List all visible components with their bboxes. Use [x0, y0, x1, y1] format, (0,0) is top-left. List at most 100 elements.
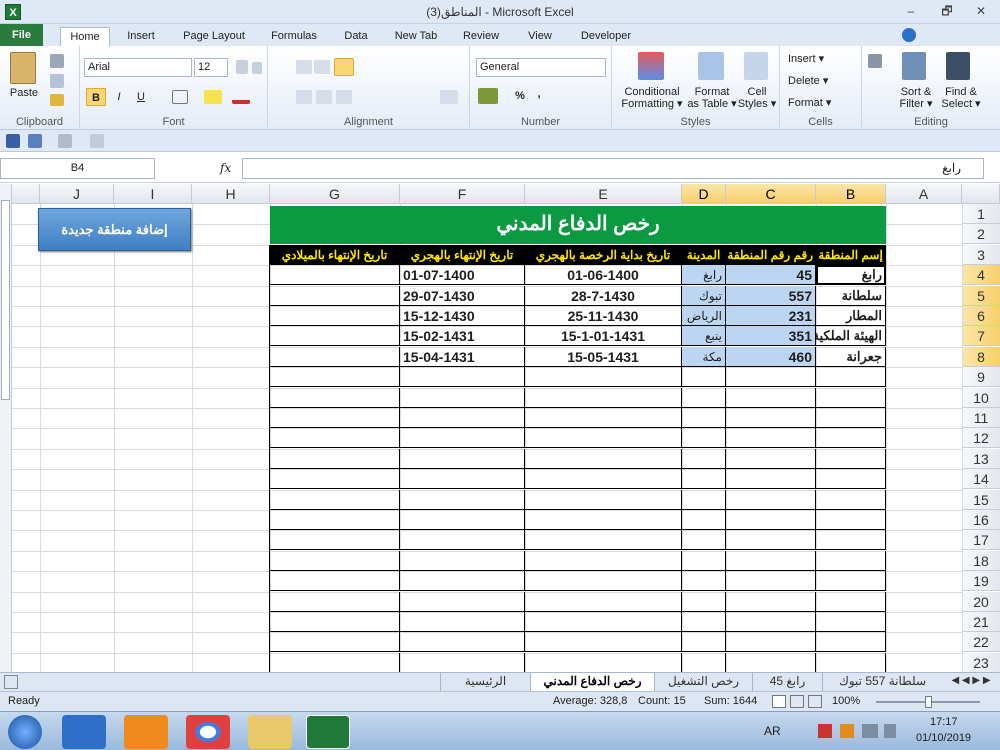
empty-table-cell[interactable]: [726, 612, 816, 632]
insert-cells-button[interactable]: Insert ▾: [788, 52, 858, 65]
row-header-14[interactable]: 14: [962, 469, 1000, 490]
page-break-icon[interactable]: [808, 695, 822, 708]
empty-table-cell[interactable]: [270, 469, 400, 490]
empty-table-cell[interactable]: [270, 632, 400, 653]
sheet-tab-main[interactable]: الرئيسية: [440, 673, 530, 691]
cell-start-date-hijri[interactable]: 25-11-1430: [525, 306, 682, 326]
empty-table-cell[interactable]: [816, 612, 886, 632]
cell-city[interactable]: الرياض: [682, 306, 726, 326]
cell-region-number[interactable]: 351: [726, 326, 816, 347]
empty-table-cell[interactable]: [400, 408, 525, 428]
delete-cells-button[interactable]: Delete ▾: [788, 74, 858, 87]
empty-table-cell[interactable]: [270, 550, 400, 571]
cell-region-name[interactable]: سلطانة: [816, 285, 886, 306]
format-as-table-icon[interactable]: [698, 52, 724, 80]
header-e[interactable]: تاريخ بداية الرخصة بالهجري: [525, 244, 682, 265]
empty-table-cell[interactable]: [400, 367, 525, 388]
paste-icon[interactable]: [10, 52, 36, 84]
empty-table-cell[interactable]: [270, 367, 400, 388]
currency-icon[interactable]: [478, 88, 498, 104]
empty-table-cell[interactable]: [525, 530, 682, 551]
cell-end-date-gregorian[interactable]: [270, 265, 400, 286]
row-header-16[interactable]: 16: [962, 510, 1000, 530]
tab-view[interactable]: View: [518, 27, 562, 46]
scrollbar-thumb[interactable]: [1, 200, 10, 400]
empty-table-cell[interactable]: [816, 530, 886, 551]
grow-font-icon[interactable]: [236, 60, 248, 74]
col-header-f[interactable]: F: [400, 184, 525, 204]
insert-function-button[interactable]: fx: [220, 158, 240, 179]
merge-center-icon[interactable]: [440, 90, 458, 104]
empty-table-cell[interactable]: [525, 367, 682, 388]
percent-button[interactable]: %: [514, 90, 526, 102]
empty-table-cell[interactable]: [525, 612, 682, 632]
empty-table-cell[interactable]: [816, 448, 886, 469]
top-align-icon[interactable]: [296, 60, 312, 74]
empty-table-cell[interactable]: [270, 489, 400, 510]
empty-table-cell[interactable]: [270, 387, 400, 408]
formula-input[interactable]: رابغ: [242, 158, 984, 179]
empty-table-cell[interactable]: [270, 571, 400, 592]
sort-filter-button[interactable]: Sort & Filter ▾: [894, 86, 938, 110]
align-center-icon[interactable]: [316, 90, 332, 104]
sheet-tab-rabigh[interactable]: رابغ 45: [752, 673, 822, 691]
copy-icon[interactable]: [50, 74, 64, 88]
empty-table-cell[interactable]: [726, 591, 816, 612]
empty-table-cell[interactable]: [525, 387, 682, 408]
empty-table-cell[interactable]: [682, 612, 726, 632]
row-header-11[interactable]: 11: [962, 408, 1000, 428]
empty-table-cell[interactable]: [816, 469, 886, 490]
empty-table-cell[interactable]: [525, 550, 682, 571]
zoom-slider-thumb[interactable]: [925, 696, 932, 708]
conditional-formatting-button[interactable]: Conditional Formatting ▾: [614, 86, 690, 110]
save-icon[interactable]: [6, 134, 20, 148]
help-icon[interactable]: [902, 28, 916, 42]
empty-table-cell[interactable]: [726, 408, 816, 428]
page-layout-icon[interactable]: [790, 695, 804, 708]
normal-view-icon[interactable]: [772, 695, 786, 708]
col-header-g[interactable]: G: [270, 184, 400, 204]
empty-table-cell[interactable]: [726, 428, 816, 449]
font-name-dropdown[interactable]: Arial: [84, 58, 192, 77]
minimize-button[interactable]: –: [898, 2, 924, 20]
empty-table-cell[interactable]: [682, 387, 726, 408]
empty-table-cell[interactable]: [726, 469, 816, 490]
tab-file[interactable]: File: [0, 24, 43, 46]
cell-start-date-hijri[interactable]: 01-06-1400: [525, 265, 682, 286]
signal-icon[interactable]: [862, 724, 878, 738]
format-painter-icon[interactable]: [50, 94, 64, 106]
row-header-1[interactable]: 1: [962, 204, 1000, 224]
zoom-level[interactable]: 100%: [832, 692, 860, 711]
sheet-tab-sultana[interactable]: سلطانة 557 تبوك: [822, 673, 942, 691]
col-header-b[interactable]: B: [816, 184, 886, 204]
tab-new-tab[interactable]: New Tab: [388, 27, 444, 46]
fill-color-icon[interactable]: [204, 90, 222, 104]
tab-page-layout[interactable]: Page Layout: [176, 27, 252, 46]
empty-table-cell[interactable]: [816, 510, 886, 530]
vertical-scrollbar[interactable]: [0, 184, 12, 672]
empty-table-cell[interactable]: [270, 612, 400, 632]
empty-table-cell[interactable]: [726, 367, 816, 388]
empty-table-cell[interactable]: [682, 510, 726, 530]
cell-region-number[interactable]: 45: [726, 265, 816, 286]
excel-taskbar-icon[interactable]: [306, 715, 350, 749]
empty-table-cell[interactable]: [816, 632, 886, 653]
empty-table-cell[interactable]: [726, 387, 816, 408]
row-header-12[interactable]: 12: [962, 428, 1000, 449]
file-explorer-icon[interactable]: [248, 715, 292, 749]
redo-icon[interactable]: [58, 134, 72, 148]
row-header-5[interactable]: 5: [962, 285, 1000, 306]
empty-table-cell[interactable]: [400, 510, 525, 530]
print-preview-icon[interactable]: [90, 134, 104, 148]
empty-table-cell[interactable]: [816, 571, 886, 592]
empty-table-cell[interactable]: [726, 530, 816, 551]
empty-table-cell[interactable]: [816, 652, 886, 672]
col-header-j[interactable]: J: [40, 184, 114, 204]
row-header-18[interactable]: 18: [962, 550, 1000, 571]
empty-table-cell[interactable]: [400, 448, 525, 469]
empty-table-cell[interactable]: [682, 448, 726, 469]
empty-table-cell[interactable]: [525, 571, 682, 592]
empty-table-cell[interactable]: [525, 428, 682, 449]
row-header-2[interactable]: 2: [962, 224, 1000, 245]
align-right-icon[interactable]: [336, 90, 352, 104]
